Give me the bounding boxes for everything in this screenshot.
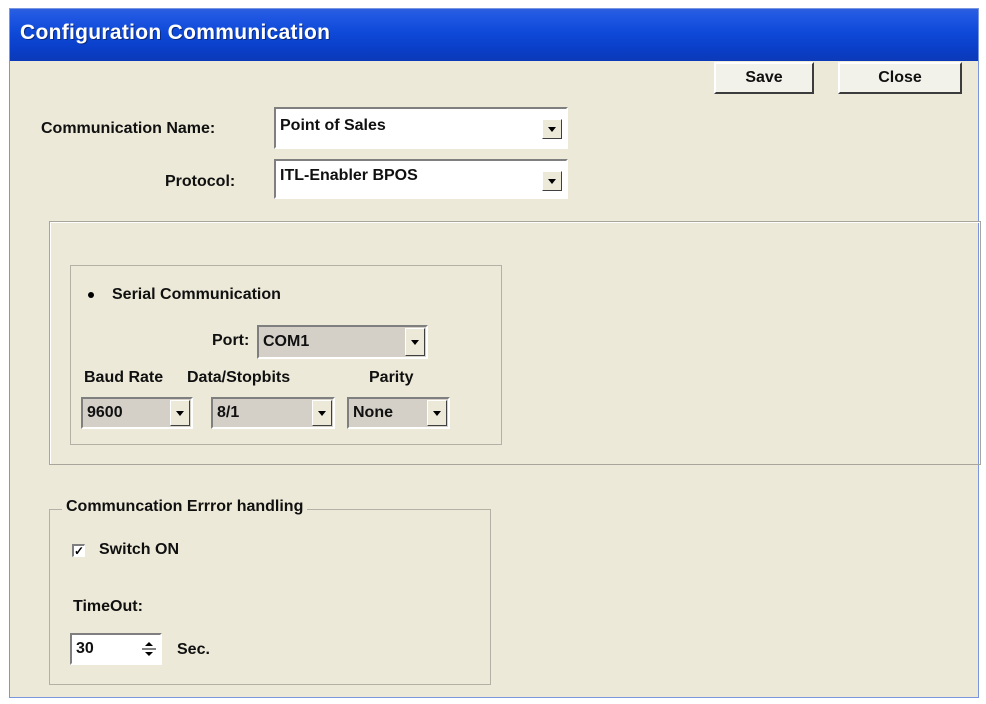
- baud-rate-label: Baud Rate: [84, 369, 164, 386]
- window-title: Configuration Communication: [20, 21, 331, 44]
- dialog-window: Configuration Communication Save Close C…: [9, 8, 981, 698]
- timeout-label: TimeOut:: [73, 598, 143, 615]
- save-button[interactable]: Save: [714, 62, 814, 94]
- spinner-arrows-icon[interactable]: [140, 637, 158, 661]
- error-handling-group: Communcation Errror handling ✓ Switch ON…: [49, 498, 491, 685]
- timeout-value: 30: [76, 640, 94, 657]
- checkmark-icon: ✓: [74, 544, 85, 558]
- chevron-down-icon[interactable]: [312, 400, 332, 426]
- chevron-down-icon[interactable]: [170, 400, 190, 426]
- port-value: COM1: [263, 333, 310, 350]
- data-stopbits-value: 8/1: [217, 404, 240, 421]
- timeout-spinner[interactable]: 30: [70, 633, 162, 665]
- protocol-label: Protocol:: [165, 173, 236, 190]
- communication-settings-panel: Serial Communication Port: COM1 Baud Rat…: [49, 221, 981, 465]
- timeout-unit-label: Sec.: [177, 641, 210, 658]
- switch-on-label: Switch ON: [99, 541, 180, 558]
- parity-select[interactable]: None: [347, 397, 450, 429]
- close-button[interactable]: Close: [838, 62, 962, 94]
- port-label: Port:: [212, 332, 250, 349]
- parity-value: None: [353, 404, 393, 421]
- chevron-down-icon[interactable]: [405, 328, 425, 356]
- protocol-value: ITL-Enabler BPOS: [280, 167, 418, 184]
- parity-label: Parity: [369, 369, 414, 386]
- radio-selected-icon[interactable]: [84, 288, 98, 302]
- port-select[interactable]: COM1: [257, 325, 428, 359]
- communication-name-select[interactable]: Point of Sales: [274, 107, 568, 149]
- communication-name-label: Communication Name:: [41, 120, 216, 137]
- baud-rate-value: 9600: [87, 404, 123, 421]
- chevron-down-icon[interactable]: [542, 119, 562, 139]
- communication-name-value: Point of Sales: [280, 117, 386, 134]
- serial-communication-group: Serial Communication Port: COM1 Baud Rat…: [70, 265, 502, 445]
- serial-communication-label: Serial Communication: [112, 286, 281, 303]
- switch-on-checkbox[interactable]: ✓: [72, 544, 85, 557]
- chevron-down-icon[interactable]: [427, 400, 447, 426]
- title-bar[interactable]: Configuration Communication: [10, 9, 978, 61]
- data-stopbits-label: Data/Stopbits: [187, 369, 291, 386]
- data-stopbits-select[interactable]: 8/1: [211, 397, 335, 429]
- protocol-select[interactable]: ITL-Enabler BPOS: [274, 159, 568, 199]
- error-handling-legend: Communcation Errror handling: [62, 498, 308, 516]
- chevron-down-icon[interactable]: [542, 171, 562, 191]
- baud-rate-select[interactable]: 9600: [81, 397, 193, 429]
